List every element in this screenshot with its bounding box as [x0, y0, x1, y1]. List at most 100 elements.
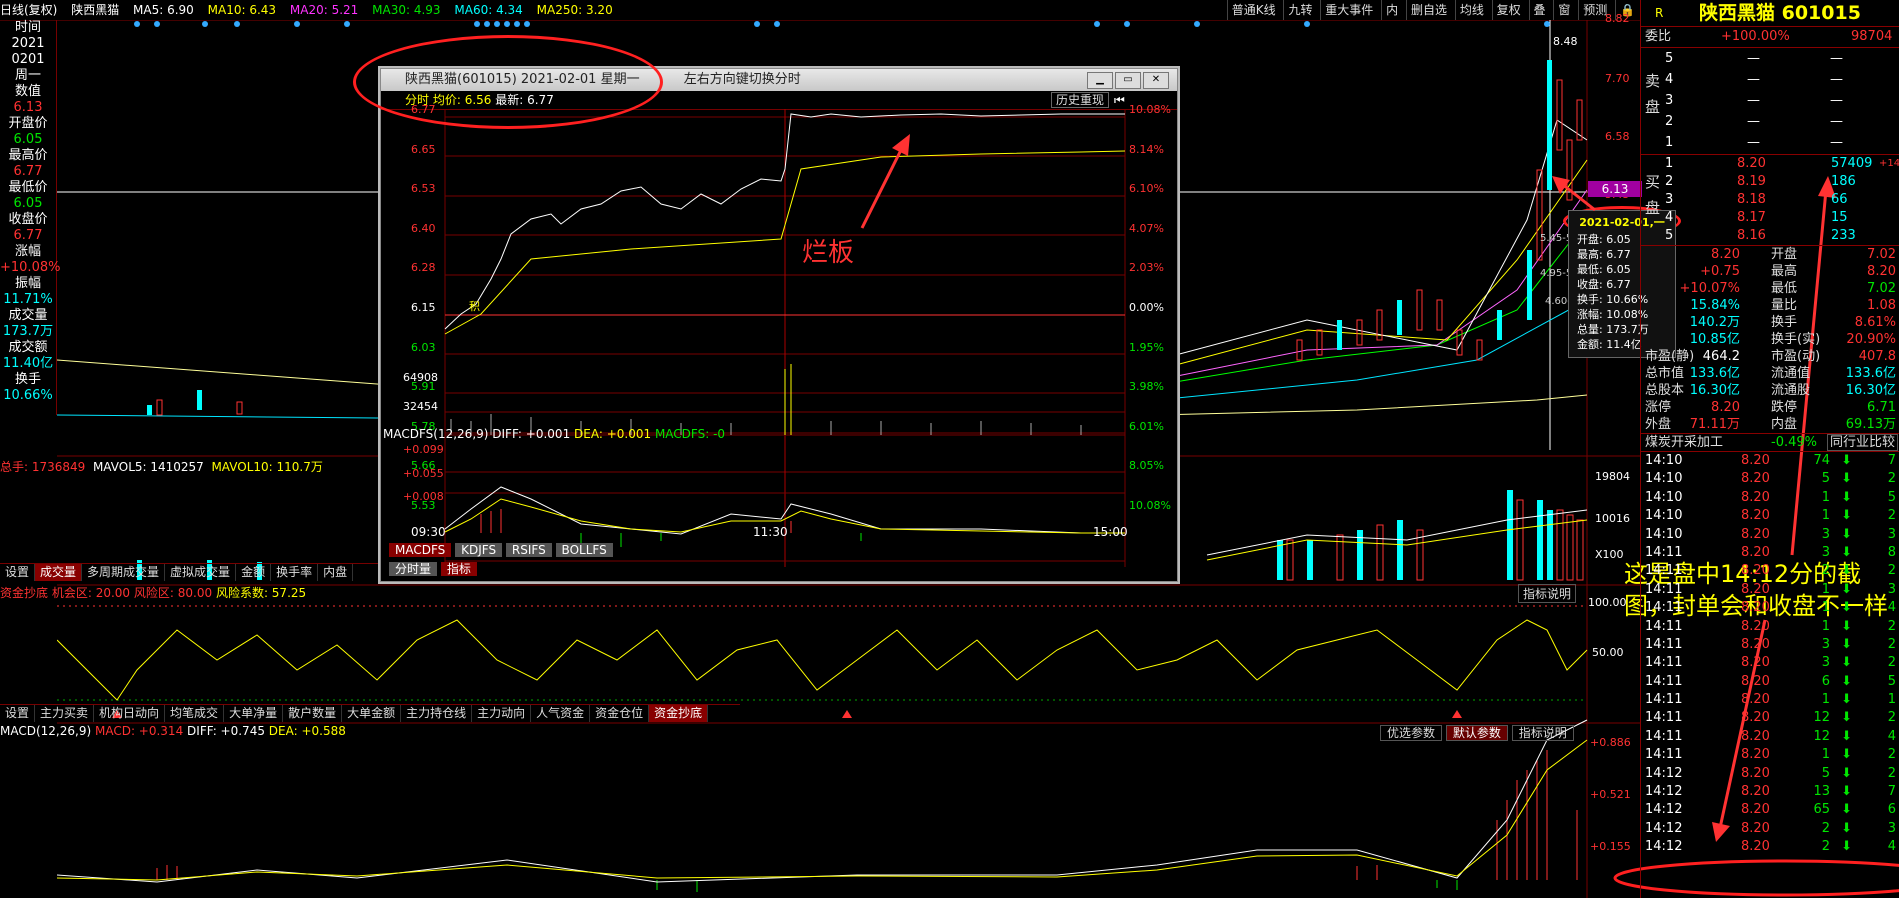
left-panel-item: 周一 — [14, 68, 41, 83]
volume-tab[interactable]: 金额 — [236, 564, 272, 581]
volume-tab[interactable]: 虚拟成交量 — [165, 564, 237, 581]
fund-tab[interactable]: 资金仓位 — [590, 705, 650, 722]
volume-tab[interactable]: 成交量 — [35, 564, 83, 581]
intraday-popup-window[interactable]: 陕西黑猫(601015) 2021-02-01 星期一 左右方向键切换分时 ▁ … — [380, 68, 1178, 582]
sell-level-num: 4 — [1665, 72, 1674, 87]
industry-compare-button[interactable]: 同行业比较 — [1827, 434, 1899, 451]
tick-time: 14:11 — [1645, 673, 1683, 689]
sell-level-row[interactable]: 1 — — — [1665, 132, 1899, 153]
fund-tab[interactable]: 资金抄底 — [649, 705, 709, 722]
macd-buttons: 优选参数 默认参数 指标说明 — [1380, 724, 1574, 741]
fund-tab[interactable]: 大单净量 — [224, 705, 284, 722]
chart-mode[interactable]: 日线(复权) — [0, 3, 57, 17]
fund-tab[interactable]: 设置 — [0, 705, 36, 722]
tick-row: 14:11 8.20 3 ⬇ 2 — [1641, 636, 1899, 654]
stats-value-right: 407.8 — [1858, 349, 1896, 364]
buy-level-row[interactable]: 3 8.18 66 — [1665, 191, 1899, 209]
fund-tab[interactable]: 主力动向 — [472, 705, 532, 722]
history-replay-button[interactable]: 历史重现 — [1051, 92, 1110, 108]
nei-button[interactable]: 内 — [1381, 0, 1402, 20]
stats-label: 最高 — [1771, 264, 1798, 279]
tab-bollfs[interactable]: BOLLFS — [555, 543, 613, 557]
left-panel-item: 6.13 — [13, 100, 43, 115]
stats-label: 量比 — [1771, 298, 1798, 313]
tick-time: 14:11 — [1645, 581, 1683, 597]
tab-fenshi-volume[interactable]: 分时量 — [389, 562, 438, 576]
volume-axis-2: 10016 — [1595, 512, 1630, 525]
popup-macd-name: MACDFS(12,26,9) — [383, 427, 489, 441]
fund-tab[interactable]: 散户数量 — [283, 705, 343, 722]
popup-price-label: 6.15 — [411, 301, 436, 314]
window-button[interactable]: 窗 — [1553, 0, 1574, 20]
sell-price: — — [1747, 72, 1760, 87]
kline-type-select[interactable]: 普通K线 — [1226, 0, 1280, 20]
tick-time: 14:10 — [1645, 471, 1683, 487]
popup-macd-axis-2: +0.055 — [403, 467, 444, 480]
popup-pct-label: 10.08% — [1129, 499, 1171, 512]
popup-macd-dea: DEA: +0.001 — [574, 427, 652, 441]
fund-tab[interactable]: 均笔成交 — [165, 705, 225, 722]
tick-price: 8.20 — [1741, 544, 1770, 560]
down-arrow-icon: ⬇ — [1841, 747, 1852, 763]
volume-tab[interactable]: 内盘 — [318, 564, 354, 581]
fund-indicator-button[interactable]: 指标说明 — [1518, 584, 1577, 603]
ma-button[interactable]: 均线 — [1454, 0, 1488, 20]
default-params-button[interactable]: 默认参数 — [1445, 725, 1508, 741]
fund-tab[interactable]: 人气资金 — [531, 705, 591, 722]
stats-row-2: 涨停 8.20 跌停 6.71 — [1641, 399, 1899, 416]
down-arrow-icon: ⬇ — [1841, 784, 1852, 800]
stats-value-right: 7.02 — [1867, 247, 1896, 262]
left-panel-item: 11.71% — [3, 292, 53, 307]
fuquan-button[interactable]: 复权 — [1491, 0, 1525, 20]
fund-tab[interactable]: 主力买卖 — [35, 705, 95, 722]
minimize-icon[interactable]: ▁ — [1087, 72, 1113, 89]
sell-price: — — [1747, 135, 1760, 150]
volume-tab[interactable]: 换手率 — [271, 564, 319, 581]
jiuzhuan-button[interactable]: 九转 — [1283, 0, 1316, 20]
macd-panel — [57, 719, 1640, 892]
ma20-line — [1156, 189, 1588, 381]
buy-level-row[interactable]: 5 8.16 233 — [1665, 227, 1899, 245]
popup-pct-label: 6.01% — [1129, 419, 1164, 433]
optimize-params-button[interactable]: 优选参数 — [1380, 725, 1443, 741]
popup-hint: 左右方向键切换分时 — [683, 72, 801, 87]
mavol10: MAVOL10: 110.7万 — [211, 460, 323, 474]
major-event-button[interactable]: 重大事件 — [1320, 0, 1377, 20]
tab-macdfs[interactable]: MACDFS — [389, 543, 452, 557]
tick-volume: 5 — [1821, 471, 1830, 487]
tick-count: 6 — [1887, 802, 1896, 818]
buy-level-row[interactable]: 2 8.19 186 — [1665, 173, 1899, 191]
sell-level-row[interactable]: 5 — — — [1665, 48, 1899, 69]
fund-axis-2: 50.00 — [1592, 646, 1624, 659]
macd-axis-2: +0.521 — [1590, 788, 1631, 801]
volume-tab[interactable]: 多周期成交量 — [82, 564, 166, 581]
stats2-label-left: 涨停 — [1645, 400, 1672, 415]
skip-back-icon[interactable]: ⏮ — [1114, 91, 1125, 109]
tick-volume: 3 — [1821, 526, 1830, 542]
tab-kdjfs[interactable]: KDJFS — [455, 543, 503, 557]
buy-level-row[interactable]: 1 8.20 57409 +148 — [1665, 155, 1899, 173]
tab-indicator[interactable]: 指标 — [440, 562, 477, 576]
overlay-button[interactable]: 叠 — [1528, 0, 1550, 20]
sell-level-row[interactable]: 4 — — — [1665, 69, 1899, 90]
fund-tab[interactable]: 大单金额 — [342, 705, 402, 722]
fund-tab[interactable]: 主力持仓线 — [401, 705, 473, 722]
stats-value-left: 15.84% — [1690, 298, 1740, 313]
remove-watchlist-button[interactable]: 删自选 — [1405, 0, 1451, 20]
tick-row: 14:11 8.20 6 ⬇ 5 — [1641, 673, 1899, 691]
sell-level-row[interactable]: 2 — — — [1665, 111, 1899, 132]
buy-level-row[interactable]: 4 8.17 15 — [1665, 209, 1899, 227]
buy-price: 8.17 — [1737, 210, 1766, 225]
close-icon[interactable]: ✕ — [1143, 72, 1169, 89]
sell-level-row[interactable]: 3 — — — [1665, 90, 1899, 111]
volume-tab[interactable]: 设置 — [0, 564, 36, 581]
buy-price: 8.18 — [1737, 192, 1766, 207]
fund-tab[interactable]: 机构日动向 — [94, 705, 166, 722]
macd-indicator-button[interactable]: 指标说明 — [1511, 725, 1574, 741]
maximize-icon[interactable]: ▭ — [1115, 72, 1141, 89]
sell-book: 卖盘 5 — — 4 — — 3 — — 2 — — 1 — — — [1641, 48, 1899, 155]
tab-rsifs[interactable]: RSIFS — [505, 543, 552, 557]
popup-time-1130: 11:30 — [753, 525, 788, 539]
toolbar: 普通K线 九转 重大事件 内 删自选 均线 复权 叠 窗 预测 🔒 — [1226, 0, 1639, 20]
down-arrow-icon: ⬇ — [1841, 471, 1852, 487]
